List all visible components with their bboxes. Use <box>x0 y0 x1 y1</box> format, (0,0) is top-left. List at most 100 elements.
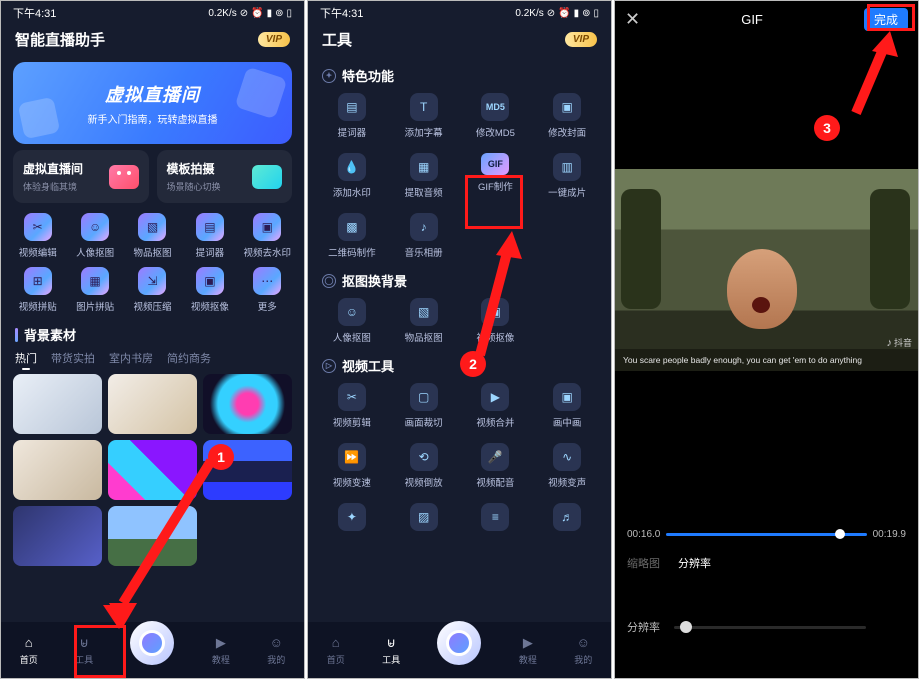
resolution-slider[interactable] <box>674 626 866 629</box>
tool-object-cutout[interactable]: ▧物品抠图 <box>388 296 460 346</box>
tool-extra-3[interactable]: ≡ <box>460 501 532 533</box>
misc-icon: ≡ <box>481 503 509 531</box>
tool-pip[interactable]: ▣画中画 <box>531 381 603 431</box>
nav-camera[interactable] <box>437 621 481 665</box>
resolution-row: 分辨率 <box>627 619 906 635</box>
nav-tools[interactable]: ⊌工具 <box>382 635 400 666</box>
figure-icon <box>870 189 910 309</box>
tab-business[interactable]: 简约商务 <box>167 350 211 366</box>
highlight-box-3 <box>867 4 915 31</box>
tool-crop-frame[interactable]: ▢画面裁切 <box>388 381 460 431</box>
face-icon: ☺ <box>574 635 592 651</box>
nav-camera[interactable] <box>130 621 174 665</box>
timeline[interactable]: 00:16.0 00:19.9 <box>627 529 906 540</box>
tool-qr[interactable]: ▩二维码制作 <box>316 211 388 261</box>
tool-video-cut[interactable]: ✂视频剪辑 <box>316 381 388 431</box>
section-indicator-icon <box>15 328 18 342</box>
tool-object-cutout[interactable]: ▧物品抠图 <box>124 211 181 261</box>
editor-title: GIF <box>741 12 763 27</box>
tool-add-subtitle[interactable]: T添加字幕 <box>388 91 460 141</box>
video-subtitle: You scare people badly enough, you can g… <box>615 349 918 371</box>
nav-profile[interactable]: ☺我的 <box>574 635 592 666</box>
bg-thumb[interactable] <box>13 374 102 434</box>
tool-reverse[interactable]: ⟲视频倒放 <box>388 441 460 491</box>
tool-music-album[interactable]: ♪音乐相册 <box>388 211 460 261</box>
header: 工具 VIP <box>308 21 611 56</box>
highlight-box-1 <box>74 625 126 678</box>
signal-icon: ▮ <box>574 8 580 19</box>
do-not-disturb-icon: ⊘ <box>547 8 555 19</box>
vip-badge[interactable]: VIP <box>258 32 290 47</box>
tab-resolution[interactable]: 分辨率 <box>678 555 711 571</box>
highlight-box-2 <box>465 175 523 229</box>
tool-md5[interactable]: MD5修改MD5 <box>460 91 532 141</box>
tool-cover[interactable]: ▣修改封面 <box>531 91 603 141</box>
bg-thumb[interactable] <box>108 440 197 500</box>
tool-remove-watermark[interactable]: ▣视频去水印 <box>239 211 296 261</box>
card-template-shoot[interactable]: 模板拍摄 场景随心切换 <box>157 150 293 203</box>
tool-speed[interactable]: ⏩视频变速 <box>316 441 388 491</box>
status-bar: 下午4:31 0.2K/s ⊘ ⏰ ▮ ⊚ ▯ <box>1 1 304 21</box>
hero-title: 虚拟直播间 <box>105 81 200 107</box>
tool-watermark[interactable]: 💧添加水印 <box>316 151 388 201</box>
close-icon[interactable]: ✕ <box>625 9 640 30</box>
bg-thumb[interactable] <box>13 506 102 566</box>
battery-icon: ▯ <box>593 8 599 19</box>
camera-lens-icon <box>446 630 472 656</box>
tool-video-matte[interactable]: ▣视频抠像 <box>460 296 532 346</box>
tool-extra-4[interactable]: ♬ <box>531 501 603 533</box>
tool-video-edit[interactable]: ✂视频编辑 <box>9 211 66 261</box>
tool-dub[interactable]: 🎤视频配音 <box>460 441 532 491</box>
quick-tools-grid: ✂视频编辑 ☺人像抠图 ▧物品抠图 ▤提词器 ▣视频去水印 ⊞视频拼贴 ▦图片拼… <box>9 211 296 315</box>
nav-tutorials[interactable]: ▶教程 <box>519 635 537 666</box>
tool-video-collage[interactable]: ⊞视频拼贴 <box>9 265 66 315</box>
wifi-icon: ⊚ <box>582 8 590 19</box>
tool-more[interactable]: ⋯更多 <box>239 265 296 315</box>
tab-live-commerce[interactable]: 带货实拍 <box>51 350 95 366</box>
signal-icon: ▮ <box>267 8 273 19</box>
tool-video-matte[interactable]: ▣视频抠像 <box>181 265 238 315</box>
status-time: 下午4:31 <box>13 5 56 21</box>
tool-teleprompter[interactable]: ▤提词器 <box>316 91 388 141</box>
tool-extra-1[interactable]: ✦ <box>316 501 388 533</box>
tool-portrait-cutout[interactable]: ☺人像抠图 <box>66 211 123 261</box>
nav-home[interactable]: ⌂首页 <box>20 635 38 666</box>
video-preview[interactable]: 抖音 You scare people badly enough, you ca… <box>615 169 918 371</box>
nav-home[interactable]: ⌂首页 <box>327 635 345 666</box>
tool-photo-collage[interactable]: ▦图片拼贴 <box>66 265 123 315</box>
tool-merge[interactable]: ▶视频合并 <box>460 381 532 431</box>
gif-icon: GIF <box>481 153 509 175</box>
time-end: 00:19.9 <box>873 529 906 540</box>
figure-icon <box>621 189 661 309</box>
bg-thumb[interactable] <box>203 374 292 434</box>
tool-compress[interactable]: ⇲视频压缩 <box>124 265 181 315</box>
bg-thumb[interactable] <box>108 374 197 434</box>
nav-profile[interactable]: ☺我的 <box>267 635 285 666</box>
gear-icon: ✦ <box>322 69 336 83</box>
matte-icon: ▣ <box>196 267 224 295</box>
scissors-icon: ✂ <box>24 213 52 241</box>
tool-extra-2[interactable]: ▨ <box>388 501 460 533</box>
header: 智能直播助手 VIP <box>1 21 304 56</box>
bg-thumb[interactable] <box>13 440 102 500</box>
timeline-track[interactable] <box>666 533 866 536</box>
tool-voice-change[interactable]: ∿视频变声 <box>531 441 603 491</box>
md5-icon: MD5 <box>481 93 509 121</box>
tab-thumbnail[interactable]: 缩略图 <box>627 555 660 571</box>
tab-hot[interactable]: 热门 <box>15 350 37 366</box>
hero-banner[interactable]: 虚拟直播间 新手入门指南，玩转虚拟直播 <box>13 62 292 144</box>
bg-thumb[interactable] <box>108 506 197 566</box>
tab-study[interactable]: 室内书房 <box>109 350 153 366</box>
section-backgrounds: 背景素材 <box>15 325 290 344</box>
card-virtual-live[interactable]: 虚拟直播间 体验身临其境 <box>13 150 149 203</box>
alarm-icon: ⏰ <box>558 8 570 19</box>
tool-auto-movie[interactable]: ▥一键成片 <box>531 151 603 201</box>
tool-teleprompter[interactable]: ▤提词器 <box>181 211 238 261</box>
vip-badge[interactable]: VIP <box>565 32 597 47</box>
tool-extract-audio[interactable]: ▦提取音频 <box>388 151 460 201</box>
qr-icon: ▩ <box>338 213 366 241</box>
tool-portrait-cutout[interactable]: ☺人像抠图 <box>316 296 388 346</box>
bottom-nav: ⌂首页 ⊌工具 ▶教程 ☺我的 <box>308 622 611 678</box>
music-icon: ♪ <box>410 213 438 241</box>
nav-tutorials[interactable]: ▶教程 <box>212 635 230 666</box>
